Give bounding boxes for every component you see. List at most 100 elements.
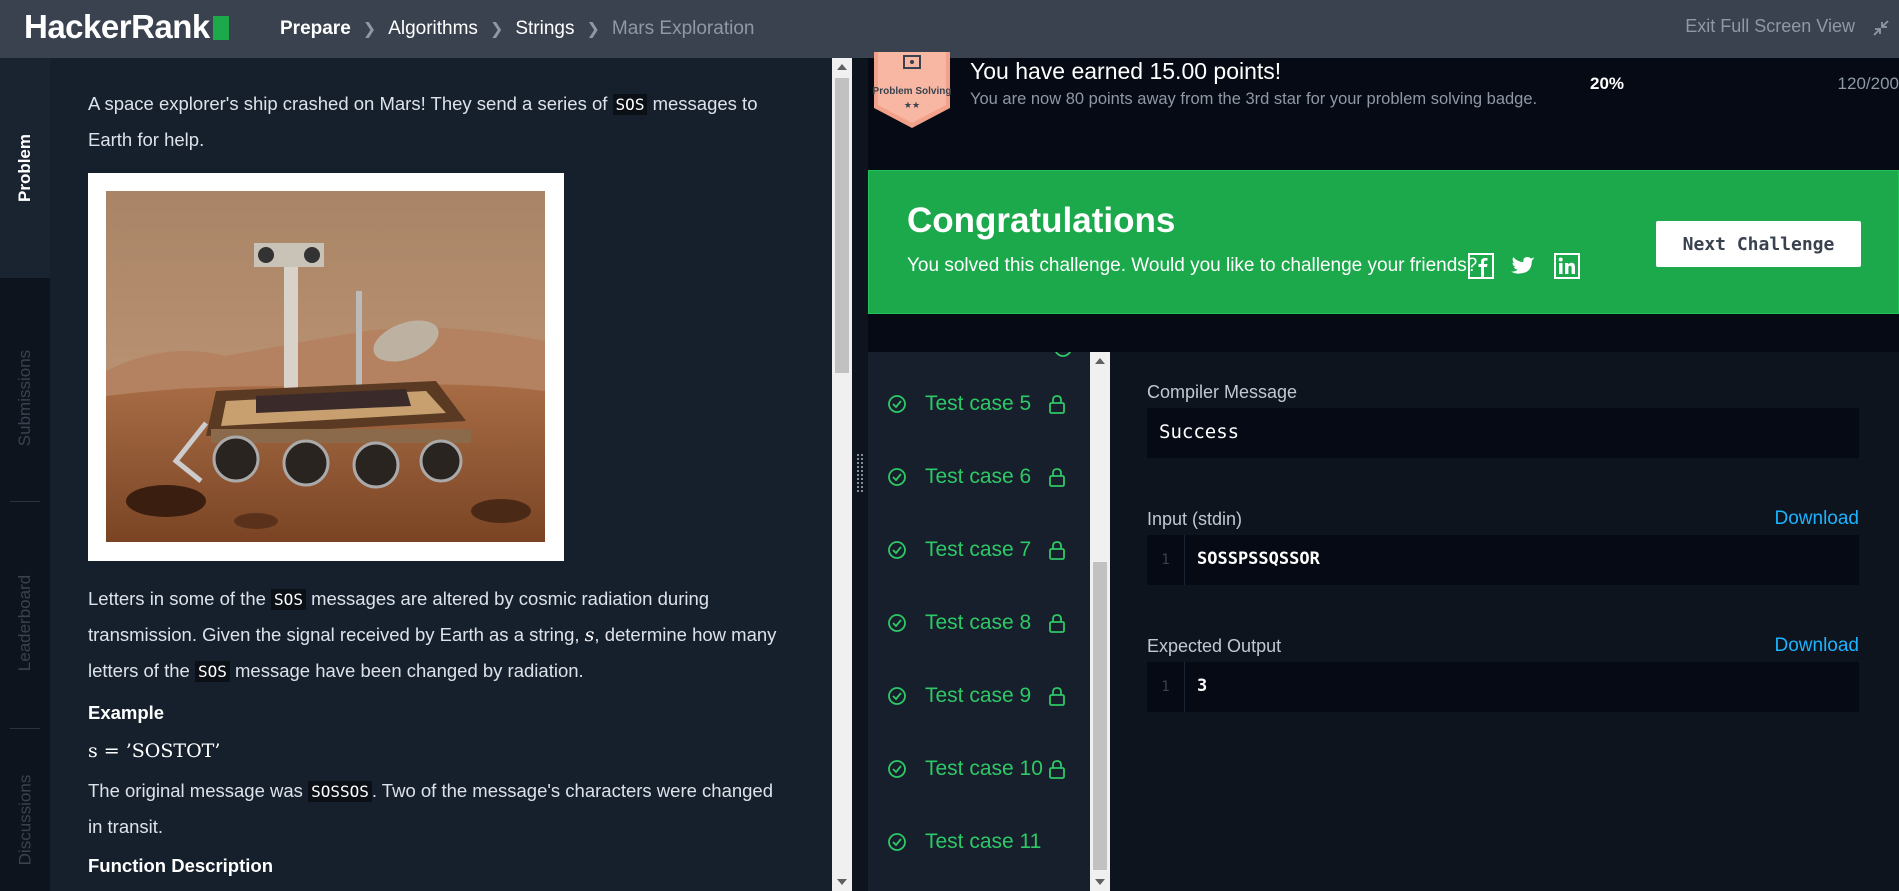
panel-splitter[interactable]: [852, 58, 868, 891]
scrollbar-thumb[interactable]: [835, 78, 849, 373]
test-case-label: Test case 8: [925, 611, 1032, 634]
test-case-label: Test case 9: [925, 684, 1032, 707]
check-circle-icon: [888, 614, 906, 632]
facebook-icon[interactable]: [1468, 253, 1494, 279]
compiler-message-label: Compiler Message: [1147, 382, 1298, 402]
function-description-heading: Function Description: [88, 855, 273, 876]
scrollbar-thumb[interactable]: [1093, 562, 1107, 870]
expected-output-label: Expected Output: [1147, 636, 1282, 656]
scroll-up-arrow-icon[interactable]: [1095, 358, 1105, 364]
intro-paragraph: A space explorer's ship crashed on Mars!…: [88, 93, 758, 150]
expected-output-box: 1 3: [1147, 662, 1859, 712]
linkedin-icon[interactable]: [1554, 253, 1580, 279]
points-away-text: You are now 80 points away from the 3rd …: [970, 90, 1538, 108]
test-case-item[interactable]: Test case 9: [868, 671, 1090, 721]
chevron-right-icon: ❯: [362, 21, 377, 38]
test-case-label: Test case 7: [925, 538, 1032, 561]
check-circle-icon: [888, 760, 906, 778]
exit-fullscreen-link[interactable]: Exit Full Screen View: [1685, 16, 1855, 37]
input-box: 1 SOSSPSSQSSOR: [1147, 535, 1859, 585]
tab-problem-label: Problem: [15, 133, 34, 203]
check-circle-icon: [888, 687, 906, 705]
tab-discussions-label: Discussions: [15, 774, 35, 865]
problem-statement-panel: A space explorer's ship crashed on Mars!…: [50, 58, 832, 891]
next-challenge-button[interactable]: Next Challenge: [1656, 221, 1861, 267]
radiation-paragraph: Letters in some of the SOS messages are …: [88, 588, 777, 682]
test-case-details: Compiler Message Success Input (stdin) D…: [1110, 352, 1899, 891]
test-case-item[interactable]: Test case 5: [868, 379, 1090, 429]
lock-icon: [1049, 541, 1065, 560]
logo-square-icon: [212, 16, 229, 40]
problem-scrollbar[interactable]: [832, 58, 852, 891]
twitter-icon[interactable]: [1511, 253, 1537, 279]
logo-text: HackerRank: [24, 8, 210, 45]
scroll-down-arrow-icon[interactable]: [1095, 879, 1105, 885]
progress-points: 120/200: [1837, 74, 1899, 93]
input-label: Input (stdin): [1147, 509, 1243, 529]
congratulations-subtitle: You solved this challenge. Would you lik…: [907, 255, 1478, 276]
drag-handle-icon[interactable]: [856, 453, 864, 493]
hackerrank-logo[interactable]: HackerRank: [24, 8, 229, 46]
tab-problem[interactable]: Problem: [0, 58, 50, 278]
breadcrumb-strings[interactable]: Strings: [515, 18, 574, 40]
badge-stars: ★★: [903, 100, 921, 110]
test-case-item[interactable]: Test case 10: [868, 744, 1090, 794]
tab-submissions[interactable]: Submissions: [0, 298, 50, 498]
test-case-list: Test case 5 Test case 6 Test case 7 Test ca…: [868, 352, 1090, 891]
line-number: 1: [1147, 535, 1185, 585]
side-tabs: Problem Submissions Leaderboard Discussi…: [0, 58, 50, 891]
test-case-label: Test case 6: [925, 465, 1032, 488]
chevron-right-icon: ❯: [489, 21, 504, 38]
tab-submissions-label: Submissions: [15, 349, 34, 447]
congratulations-title: Congratulations: [907, 201, 1176, 240]
lock-icon: [1049, 614, 1065, 633]
download-input-link[interactable]: Download: [1775, 508, 1860, 530]
points-earned-text: You have earned 15.00 points!: [970, 58, 1282, 84]
check-circle-icon: [888, 395, 906, 413]
lock-icon: [1049, 468, 1065, 487]
results-panel: Problem Solving ★★ You have earned 15.00…: [868, 52, 1899, 891]
top-navigation-bar: HackerRank Prepare ❯ Algorithms ❯ String…: [0, 0, 1899, 58]
test-case-item[interactable]: Test case 8: [868, 598, 1090, 648]
test-case-label: Test case 10: [925, 757, 1043, 780]
download-expected-link[interactable]: Download: [1775, 635, 1860, 657]
lock-icon: [1049, 395, 1065, 414]
breadcrumb-mars-exploration: Mars Exploration: [611, 18, 755, 39]
tab-leaderboard-label: Leaderboard: [15, 574, 35, 672]
compiler-message-value: Success: [1159, 421, 1240, 443]
tab-divider: [10, 501, 40, 502]
inline-code: SOSSOS: [308, 781, 372, 802]
example-heading: Example: [88, 702, 165, 723]
chevron-right-icon: ❯: [586, 21, 600, 38]
test-case-scrollbar[interactable]: [1090, 352, 1110, 891]
collapse-fullscreen-icon[interactable]: [1871, 18, 1891, 38]
inline-code: SOS: [194, 661, 230, 682]
expected-output-value: 3: [1197, 676, 1208, 696]
tab-discussions[interactable]: Discussions: [0, 748, 50, 891]
lock-icon: [1049, 687, 1065, 706]
check-circle-icon: [888, 468, 906, 486]
scroll-up-arrow-icon[interactable]: [837, 64, 847, 70]
congratulations-banner: Congratulations You solved this challeng…: [868, 170, 1899, 314]
check-circle-icon: [888, 833, 906, 851]
test-case-item[interactable]: Test case 11: [868, 817, 1090, 867]
scroll-down-arrow-icon[interactable]: [837, 879, 847, 885]
test-case-item[interactable]: Test case 7: [868, 525, 1090, 575]
test-case-label: Test case 5: [925, 392, 1032, 415]
line-number: 1: [1147, 662, 1185, 712]
check-circle-icon: [1055, 352, 1071, 357]
lock-icon: [1049, 760, 1065, 779]
breadcrumb-prepare[interactable]: Prepare: [280, 18, 351, 40]
inline-code: SOS: [271, 589, 306, 610]
input-value: SOSSPSSQSSOR: [1197, 549, 1320, 569]
breadcrumb: Prepare ❯ Algorithms ❯ Strings ❯ Mars Ex…: [280, 0, 754, 58]
rover-illustration: [106, 191, 545, 542]
mars-rover-image: [88, 173, 564, 561]
breadcrumb-algorithms[interactable]: Algorithms: [388, 18, 478, 40]
compiler-message-box: Success: [1147, 408, 1859, 458]
example-formula: s = ’SOSTOT’: [88, 740, 221, 762]
inline-code: SOS: [612, 94, 648, 115]
test-case-item[interactable]: Test case 6: [868, 452, 1090, 502]
check-circle-icon: [888, 541, 906, 559]
tab-leaderboard[interactable]: Leaderboard: [0, 518, 50, 728]
